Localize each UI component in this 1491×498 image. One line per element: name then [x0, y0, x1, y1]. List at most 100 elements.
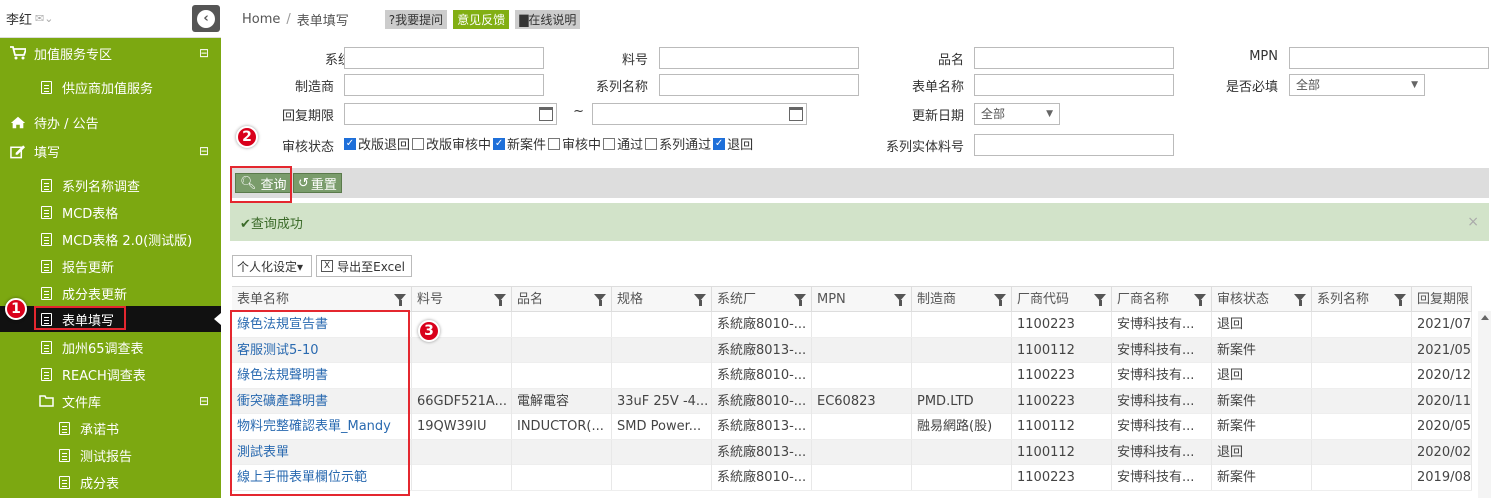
excel-icon: X	[321, 260, 334, 272]
column-header[interactable]: MPN	[812, 287, 912, 312]
sidebar-item-label: 成分表	[80, 476, 120, 492]
table-row[interactable]: 物料完整確認表單_Mandy 19QW39IU INDUCTOR(... SMD Po…	[232, 414, 1472, 440]
calendar-icon[interactable]	[539, 107, 553, 121]
column-header[interactable]: 厂商代码	[1012, 287, 1112, 312]
part-no-input[interactable]	[659, 47, 859, 69]
mpn-input[interactable]	[1289, 47, 1489, 69]
breadcrumb-home[interactable]: Home	[242, 12, 280, 27]
series-part-no-input[interactable]	[974, 134, 1174, 156]
status-checkbox-revise-review[interactable]: 改版审核中	[412, 134, 491, 153]
filter-icon[interactable]	[494, 294, 506, 306]
table-cell: 2021/07/	[1412, 312, 1472, 337]
reply-deadline-end-input[interactable]	[592, 103, 807, 125]
sidebar-item-test-report[interactable]: 测试报告	[0, 442, 221, 468]
column-header[interactable]: 制造商	[912, 287, 1012, 312]
sidebar-item-value-added-zone[interactable]: 加值服务专区 ⊟	[0, 40, 221, 66]
collapse-toggle-icon[interactable]: ⊟	[199, 144, 209, 158]
dropdown-caret-icon: ▼	[1046, 109, 1053, 119]
mail-icon[interactable]: ✉⌄	[35, 12, 53, 25]
sidebar-item-mcd[interactable]: MCD表格	[0, 199, 221, 225]
table-cell	[812, 363, 912, 388]
filter-icon[interactable]	[1194, 294, 1206, 306]
column-header[interactable]: 料号	[412, 287, 512, 312]
sidebar-item-report-update[interactable]: 报告更新	[0, 253, 221, 279]
column-header[interactable]: 系统厂	[712, 287, 812, 312]
table-row[interactable]: 測試表單 系統廠8013-... 1100112 安博科技有... 退回 2020/02/	[232, 439, 1472, 465]
column-header[interactable]: 规格	[612, 287, 712, 312]
column-header[interactable]: 品名	[512, 287, 612, 312]
collapse-toggle-icon[interactable]: ⊟	[199, 46, 209, 60]
status-checkbox-reviewing[interactable]: 审核中	[548, 134, 601, 153]
filter-icon[interactable]	[394, 294, 406, 306]
table-cell	[612, 337, 712, 363]
column-header[interactable]: 审核状态	[1212, 287, 1312, 312]
table-row[interactable]: 線上手冊表單欄位示範 系統廠8010-... 1100223 安博科技有... 新案件 2…	[232, 465, 1472, 491]
sidebar-item-file-library[interactable]: 文件库 ⊟	[0, 388, 221, 414]
calendar-icon[interactable]	[789, 107, 803, 121]
table-cell	[812, 337, 912, 363]
highlight-box	[34, 306, 126, 330]
filter-icon[interactable]	[994, 294, 1006, 306]
table-cell	[1312, 439, 1412, 465]
table-row[interactable]: 綠色法規聲明書 系統廠8010-... 1100223 安博科技有... 退回 2020/…	[232, 363, 1472, 389]
filter-icon[interactable]	[794, 294, 806, 306]
online-manual-label: 在线说明	[528, 13, 577, 27]
sidebar-item-reach[interactable]: REACH调查表	[0, 361, 221, 387]
filter-icon[interactable]	[694, 294, 706, 306]
sidebar-item-commitment[interactable]: 承诺书	[0, 415, 221, 441]
filter-icon[interactable]	[1094, 294, 1106, 306]
status-checkbox-return[interactable]: ✓ 退回	[713, 134, 753, 153]
table-row[interactable]: 衝突礦產聲明書 66GDF521A... 電解電容 33uF 25V -4... 系統廠…	[232, 388, 1472, 414]
personalize-button[interactable]: 个人化设定▾	[232, 255, 312, 277]
update-date-select[interactable]: 全部 ▼	[974, 103, 1060, 125]
filter-icon[interactable]	[1294, 294, 1306, 306]
status-checkbox-pass[interactable]: 通过	[603, 134, 643, 153]
series-name-input[interactable]	[659, 74, 859, 96]
checkbox-label: 新案件	[507, 138, 547, 153]
column-header[interactable]: 表单名称	[232, 287, 412, 312]
sidebar-item-label: 测试报告	[80, 449, 133, 465]
status-checkbox-series-pass[interactable]: 系列通过	[645, 134, 711, 153]
sidebar-collapse-button[interactable]: ‹	[192, 5, 220, 32]
reset-button[interactable]: ↺ 重置	[293, 173, 342, 193]
required-select[interactable]: 全部 ▼	[1289, 74, 1425, 96]
sidebar-item-fill[interactable]: 填写 ⊟	[0, 138, 221, 164]
manufacturer-input[interactable]	[344, 74, 544, 96]
sidebar-item-composition[interactable]: 成分表	[0, 469, 221, 495]
sidebar-item-label: 待办 / 公告	[34, 116, 99, 132]
user-name[interactable]: 李红	[6, 9, 32, 28]
collapse-toggle-icon[interactable]: ⊟	[199, 394, 209, 408]
vertical-scrollbar[interactable]	[1478, 311, 1491, 498]
close-icon[interactable]: ×	[1467, 214, 1479, 230]
sidebar-item-series-survey[interactable]: 系列名称调查	[0, 172, 221, 198]
column-header[interactable]: 回复期限	[1412, 287, 1472, 312]
column-header[interactable]: 系列名称	[1312, 287, 1412, 312]
checkbox-label: 退回	[727, 138, 754, 153]
sidebar-item-mcd2[interactable]: MCD表格 2.0(测试版)	[0, 226, 221, 252]
scroll-up-icon[interactable]	[1481, 315, 1489, 320]
form-name-input[interactable]	[974, 74, 1174, 96]
column-header[interactable]: 厂商名称	[1112, 287, 1212, 312]
status-checkbox-new-case[interactable]: ✓ 新案件	[493, 134, 546, 153]
filter-icon[interactable]	[894, 294, 906, 306]
table-cell	[512, 337, 612, 363]
status-checkbox-revise-return[interactable]: ✓ 改版退回	[344, 134, 410, 153]
table-cell	[1312, 312, 1412, 337]
table-row[interactable]: 客服测试5-10 系統廠8013-... 1100112 安博科技有... 新案件 202…	[232, 337, 1472, 363]
sidebar-item-composition-update[interactable]: 成分表更新	[0, 280, 221, 306]
filter-icon[interactable]	[594, 294, 606, 306]
online-manual-button[interactable]: ▇在线说明	[515, 10, 581, 29]
filter-icon[interactable]	[1394, 294, 1406, 306]
table-cell: 系統廠8010-...	[712, 312, 812, 337]
sidebar-item-supplier-service[interactable]: 供应商加值服务	[0, 74, 221, 100]
step-badge-1: 1	[5, 298, 27, 320]
feedback-button[interactable]: 意见反馈	[453, 10, 510, 29]
export-excel-button[interactable]: X 导出至Excel	[316, 255, 412, 277]
product-name-input[interactable]	[974, 47, 1174, 69]
reply-deadline-start-input[interactable]	[344, 103, 557, 125]
table-cell: 1100112	[1012, 414, 1112, 439]
sidebar-item-ca65[interactable]: 加州65调查表	[0, 334, 221, 360]
sidebar-item-todo[interactable]: 待办 / 公告	[0, 109, 221, 135]
system-factory-input[interactable]	[344, 47, 544, 69]
ask-question-button[interactable]: ?我要提问	[384, 10, 448, 29]
